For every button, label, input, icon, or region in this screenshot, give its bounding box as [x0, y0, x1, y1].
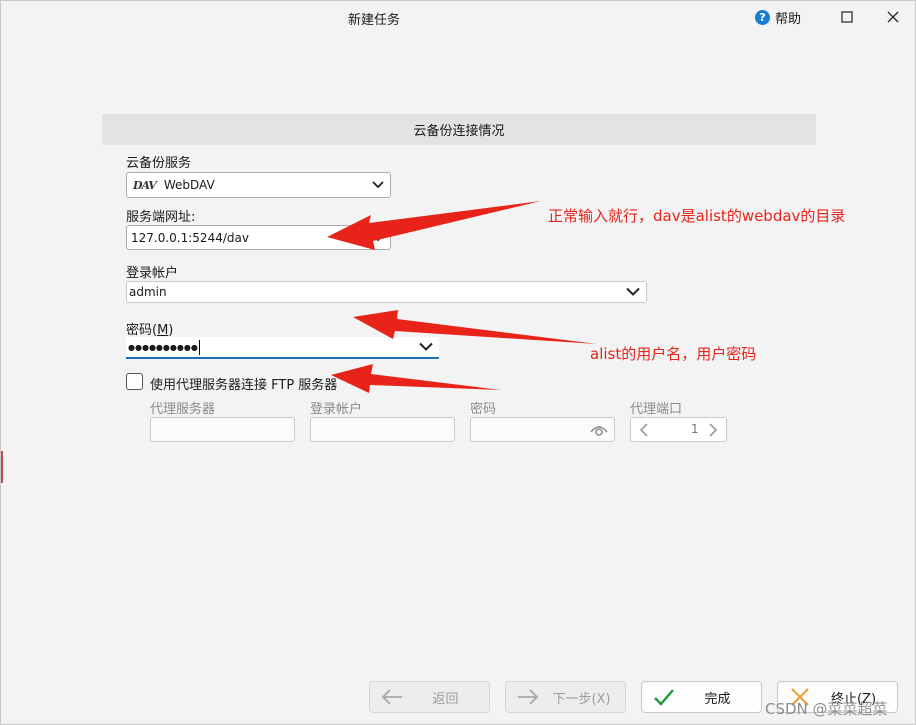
annotation-arrow-password [331, 364, 501, 393]
annotation-arrows [327, 201, 597, 393]
annotation-arrow-url [327, 201, 541, 250]
annotation-url-note: 正常输入就行，dav是alist的webdav的目录 [548, 207, 846, 225]
annotation-account-note: alist的用户名，用户密码 [590, 345, 757, 363]
new-task-dialog: 新建任务 ? 帮助 云备份连接情况 云备份服务 DAV WebDAV 服务端网址… [0, 0, 916, 725]
watermark: CSDN @菜菜超菜 [765, 700, 888, 718]
annotation-arrow-account [353, 310, 597, 344]
